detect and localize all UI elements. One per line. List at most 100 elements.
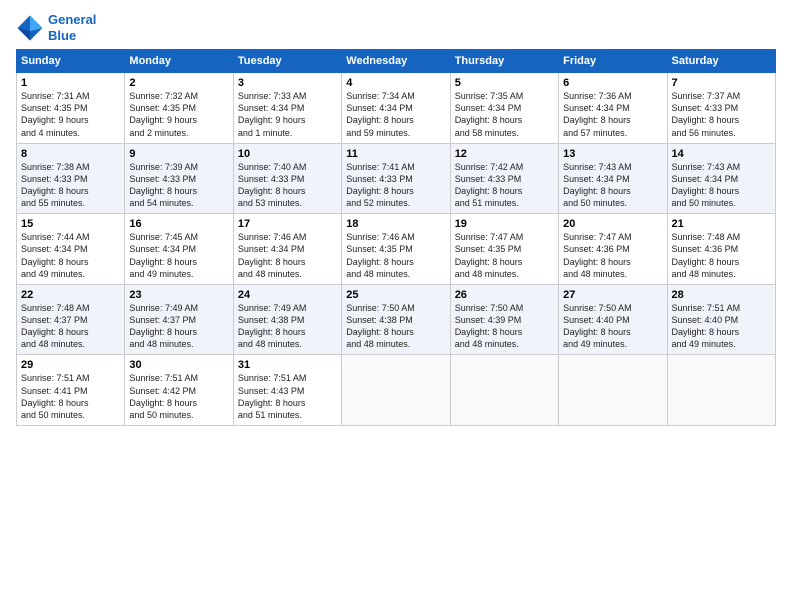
day-info: Sunrise: 7:46 AM Sunset: 4:35 PM Dayligh…: [346, 231, 445, 280]
day-info: Sunrise: 7:50 AM Sunset: 4:40 PM Dayligh…: [563, 302, 662, 351]
calendar-cell-29: 29Sunrise: 7:51 AM Sunset: 4:41 PM Dayli…: [17, 355, 125, 426]
day-number: 23: [129, 289, 228, 301]
calendar-cell-6: 6Sunrise: 7:36 AM Sunset: 4:34 PM Daylig…: [559, 73, 667, 144]
calendar-cell-3: 3Sunrise: 7:33 AM Sunset: 4:34 PM Daylig…: [233, 73, 341, 144]
calendar-cell-25: 25Sunrise: 7:50 AM Sunset: 4:38 PM Dayli…: [342, 284, 450, 355]
day-info: Sunrise: 7:47 AM Sunset: 4:35 PM Dayligh…: [455, 231, 554, 280]
calendar-cell-30: 30Sunrise: 7:51 AM Sunset: 4:42 PM Dayli…: [125, 355, 233, 426]
day-number: 30: [129, 359, 228, 371]
calendar-cell-27: 27Sunrise: 7:50 AM Sunset: 4:40 PM Dayli…: [559, 284, 667, 355]
day-info: Sunrise: 7:42 AM Sunset: 4:33 PM Dayligh…: [455, 161, 554, 210]
day-number: 27: [563, 289, 662, 301]
header: General Blue: [16, 12, 776, 43]
calendar-cell-19: 19Sunrise: 7:47 AM Sunset: 4:35 PM Dayli…: [450, 214, 558, 285]
day-number: 11: [346, 148, 445, 160]
calendar-week-3: 15Sunrise: 7:44 AM Sunset: 4:34 PM Dayli…: [17, 214, 776, 285]
day-number: 14: [672, 148, 771, 160]
col-header-saturday: Saturday: [667, 50, 775, 73]
day-info: Sunrise: 7:34 AM Sunset: 4:34 PM Dayligh…: [346, 90, 445, 139]
day-number: 18: [346, 218, 445, 230]
day-info: Sunrise: 7:51 AM Sunset: 4:41 PM Dayligh…: [21, 372, 120, 421]
day-info: Sunrise: 7:48 AM Sunset: 4:37 PM Dayligh…: [21, 302, 120, 351]
calendar-cell-17: 17Sunrise: 7:46 AM Sunset: 4:34 PM Dayli…: [233, 214, 341, 285]
day-number: 2: [129, 77, 228, 89]
day-number: 12: [455, 148, 554, 160]
day-number: 21: [672, 218, 771, 230]
calendar-cell-4: 4Sunrise: 7:34 AM Sunset: 4:34 PM Daylig…: [342, 73, 450, 144]
calendar-cell-1: 1Sunrise: 7:31 AM Sunset: 4:35 PM Daylig…: [17, 73, 125, 144]
logo-icon: [16, 14, 44, 42]
day-info: Sunrise: 7:37 AM Sunset: 4:33 PM Dayligh…: [672, 90, 771, 139]
day-info: Sunrise: 7:50 AM Sunset: 4:39 PM Dayligh…: [455, 302, 554, 351]
day-info: Sunrise: 7:49 AM Sunset: 4:37 PM Dayligh…: [129, 302, 228, 351]
calendar-week-5: 29Sunrise: 7:51 AM Sunset: 4:41 PM Dayli…: [17, 355, 776, 426]
calendar-cell-5: 5Sunrise: 7:35 AM Sunset: 4:34 PM Daylig…: [450, 73, 558, 144]
day-info: Sunrise: 7:39 AM Sunset: 4:33 PM Dayligh…: [129, 161, 228, 210]
col-header-monday: Monday: [125, 50, 233, 73]
col-header-tuesday: Tuesday: [233, 50, 341, 73]
day-number: 22: [21, 289, 120, 301]
day-info: Sunrise: 7:40 AM Sunset: 4:33 PM Dayligh…: [238, 161, 337, 210]
day-number: 26: [455, 289, 554, 301]
day-number: 25: [346, 289, 445, 301]
calendar-cell-9: 9Sunrise: 7:39 AM Sunset: 4:33 PM Daylig…: [125, 143, 233, 214]
calendar-cell-empty: [342, 355, 450, 426]
calendar-cell-23: 23Sunrise: 7:49 AM Sunset: 4:37 PM Dayli…: [125, 284, 233, 355]
page: General Blue SundayMondayTuesdayWednesda…: [0, 0, 792, 612]
day-number: 1: [21, 77, 120, 89]
calendar-cell-empty: [450, 355, 558, 426]
day-number: 28: [672, 289, 771, 301]
day-info: Sunrise: 7:32 AM Sunset: 4:35 PM Dayligh…: [129, 90, 228, 139]
calendar-table: SundayMondayTuesdayWednesdayThursdayFrid…: [16, 49, 776, 426]
day-info: Sunrise: 7:44 AM Sunset: 4:34 PM Dayligh…: [21, 231, 120, 280]
day-info: Sunrise: 7:36 AM Sunset: 4:34 PM Dayligh…: [563, 90, 662, 139]
calendar-cell-22: 22Sunrise: 7:48 AM Sunset: 4:37 PM Dayli…: [17, 284, 125, 355]
day-info: Sunrise: 7:46 AM Sunset: 4:34 PM Dayligh…: [238, 231, 337, 280]
calendar-cell-31: 31Sunrise: 7:51 AM Sunset: 4:43 PM Dayli…: [233, 355, 341, 426]
day-info: Sunrise: 7:48 AM Sunset: 4:36 PM Dayligh…: [672, 231, 771, 280]
day-info: Sunrise: 7:35 AM Sunset: 4:34 PM Dayligh…: [455, 90, 554, 139]
calendar-cell-24: 24Sunrise: 7:49 AM Sunset: 4:38 PM Dayli…: [233, 284, 341, 355]
day-number: 6: [563, 77, 662, 89]
day-info: Sunrise: 7:50 AM Sunset: 4:38 PM Dayligh…: [346, 302, 445, 351]
col-header-thursday: Thursday: [450, 50, 558, 73]
calendar-cell-empty: [667, 355, 775, 426]
day-info: Sunrise: 7:33 AM Sunset: 4:34 PM Dayligh…: [238, 90, 337, 139]
calendar-cell-26: 26Sunrise: 7:50 AM Sunset: 4:39 PM Dayli…: [450, 284, 558, 355]
day-info: Sunrise: 7:49 AM Sunset: 4:38 PM Dayligh…: [238, 302, 337, 351]
day-number: 15: [21, 218, 120, 230]
day-number: 10: [238, 148, 337, 160]
calendar-cell-14: 14Sunrise: 7:43 AM Sunset: 4:34 PM Dayli…: [667, 143, 775, 214]
calendar-cell-11: 11Sunrise: 7:41 AM Sunset: 4:33 PM Dayli…: [342, 143, 450, 214]
calendar-cell-empty: [559, 355, 667, 426]
day-number: 20: [563, 218, 662, 230]
day-info: Sunrise: 7:41 AM Sunset: 4:33 PM Dayligh…: [346, 161, 445, 210]
day-number: 13: [563, 148, 662, 160]
day-info: Sunrise: 7:43 AM Sunset: 4:34 PM Dayligh…: [672, 161, 771, 210]
day-info: Sunrise: 7:43 AM Sunset: 4:34 PM Dayligh…: [563, 161, 662, 210]
calendar-cell-28: 28Sunrise: 7:51 AM Sunset: 4:40 PM Dayli…: [667, 284, 775, 355]
day-number: 29: [21, 359, 120, 371]
calendar-week-4: 22Sunrise: 7:48 AM Sunset: 4:37 PM Dayli…: [17, 284, 776, 355]
calendar-header-row: SundayMondayTuesdayWednesdayThursdayFrid…: [17, 50, 776, 73]
calendar-cell-7: 7Sunrise: 7:37 AM Sunset: 4:33 PM Daylig…: [667, 73, 775, 144]
day-info: Sunrise: 7:38 AM Sunset: 4:33 PM Dayligh…: [21, 161, 120, 210]
day-info: Sunrise: 7:51 AM Sunset: 4:43 PM Dayligh…: [238, 372, 337, 421]
day-info: Sunrise: 7:51 AM Sunset: 4:40 PM Dayligh…: [672, 302, 771, 351]
calendar-week-2: 8Sunrise: 7:38 AM Sunset: 4:33 PM Daylig…: [17, 143, 776, 214]
calendar-week-1: 1Sunrise: 7:31 AM Sunset: 4:35 PM Daylig…: [17, 73, 776, 144]
calendar-cell-13: 13Sunrise: 7:43 AM Sunset: 4:34 PM Dayli…: [559, 143, 667, 214]
day-number: 19: [455, 218, 554, 230]
day-number: 24: [238, 289, 337, 301]
day-info: Sunrise: 7:45 AM Sunset: 4:34 PM Dayligh…: [129, 231, 228, 280]
day-number: 9: [129, 148, 228, 160]
day-number: 17: [238, 218, 337, 230]
calendar-cell-20: 20Sunrise: 7:47 AM Sunset: 4:36 PM Dayli…: [559, 214, 667, 285]
logo-text: General Blue: [48, 12, 96, 43]
col-header-friday: Friday: [559, 50, 667, 73]
calendar-cell-8: 8Sunrise: 7:38 AM Sunset: 4:33 PM Daylig…: [17, 143, 125, 214]
day-number: 3: [238, 77, 337, 89]
day-number: 5: [455, 77, 554, 89]
col-header-wednesday: Wednesday: [342, 50, 450, 73]
calendar-cell-2: 2Sunrise: 7:32 AM Sunset: 4:35 PM Daylig…: [125, 73, 233, 144]
